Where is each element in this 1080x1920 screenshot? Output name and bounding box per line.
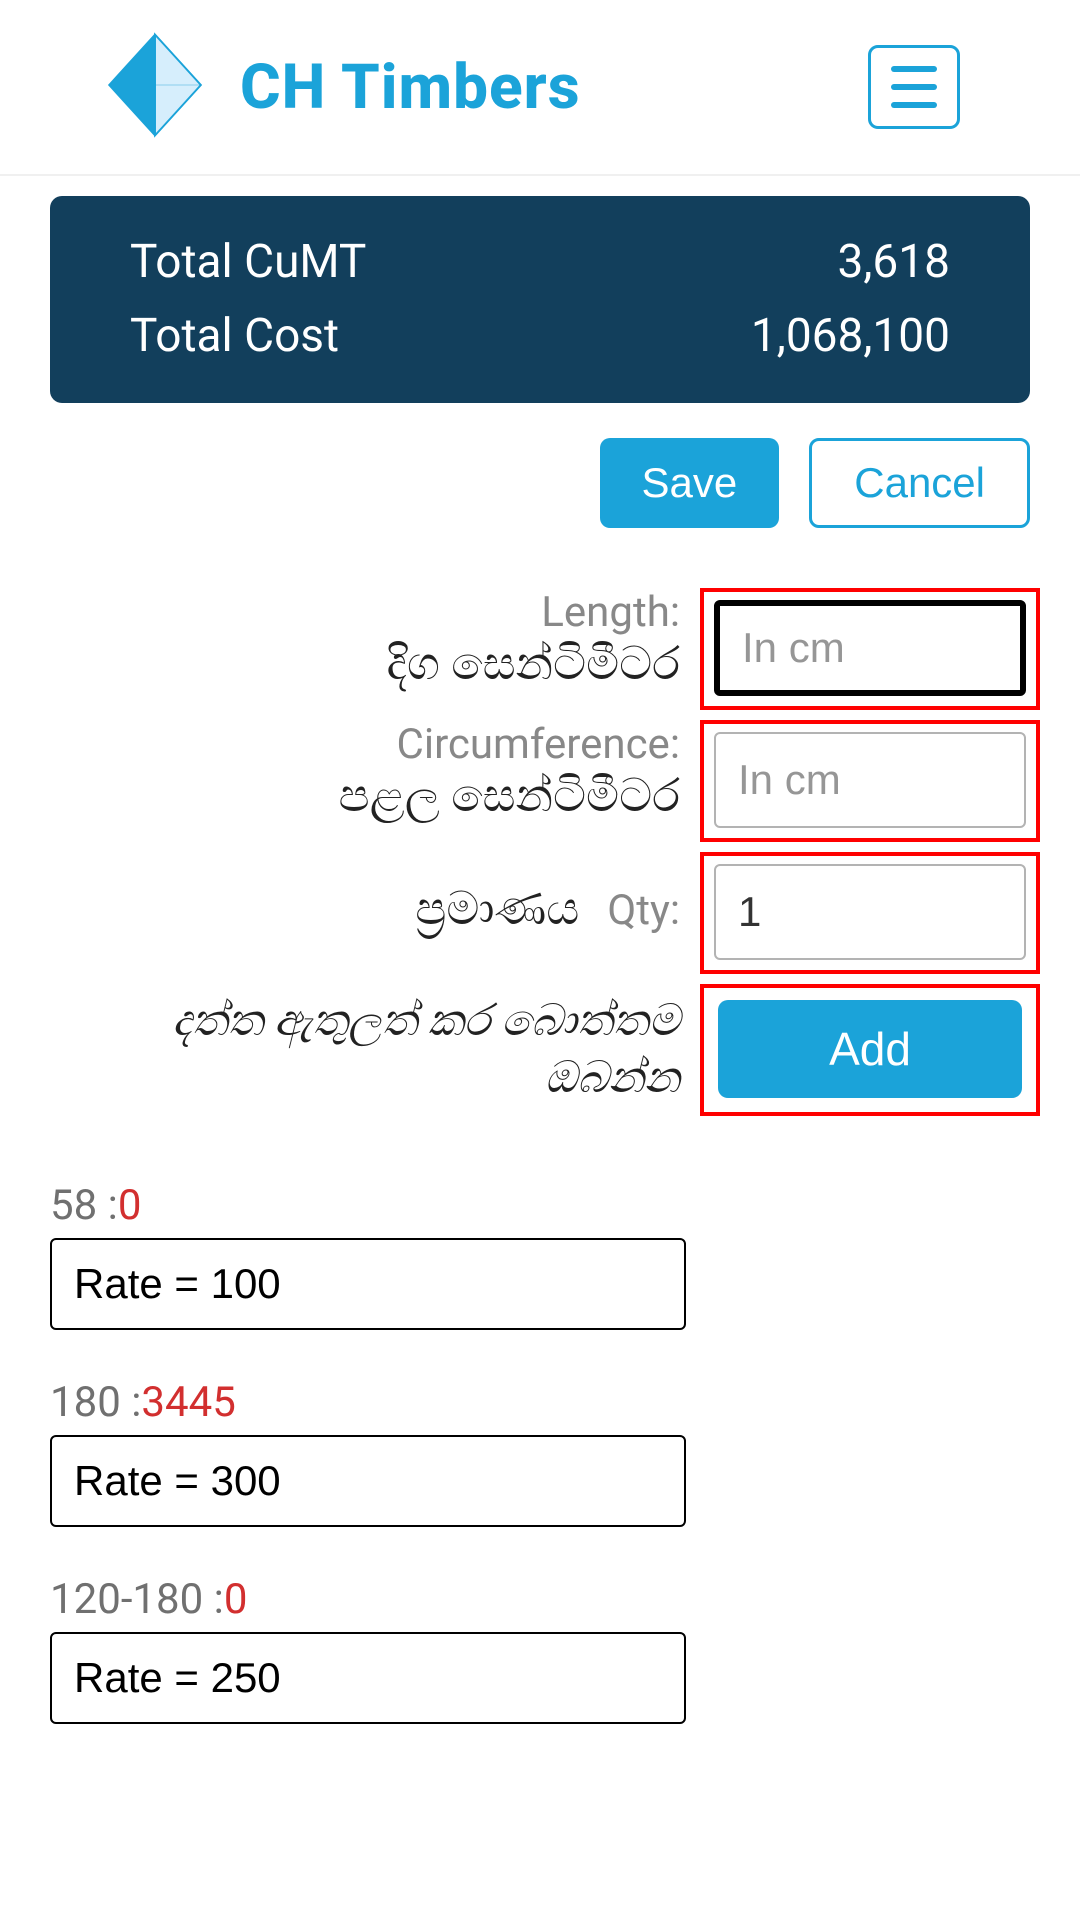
length-label-en: Length: (40, 588, 680, 637)
rate-count: 0 (118, 1181, 142, 1230)
rate-head: 58 :0 (50, 1181, 1030, 1230)
summary-row-cost: Total Cost 1,068,100 (130, 300, 950, 374)
app-header: CH Timbers (0, 0, 1080, 176)
add-highlight: Add (700, 984, 1040, 1116)
add-row: දත්ත ඇතුලත් කර බොත්තම ඔබන්න Add (40, 984, 1040, 1116)
rate-head: 120-180 :0 (50, 1575, 1030, 1624)
rate-block: 180 :3445 (50, 1378, 1030, 1527)
rate-range: 180 : (50, 1378, 141, 1427)
rate-count: 0 (224, 1575, 248, 1624)
qty-input[interactable] (714, 864, 1026, 960)
total-cumt-value: 3,618 (838, 226, 950, 300)
summary-row-cumt: Total CuMT 3,618 (130, 226, 950, 300)
circumference-row: Circumference: පළල සෙන්ටිමීටර (40, 720, 1040, 842)
rate-count: 3445 (141, 1378, 235, 1427)
circumference-label-sn: පළල සෙන්ටිමීටර (40, 769, 680, 824)
action-bar: Save Cancel (0, 403, 1080, 528)
total-cumt-label: Total CuMT (130, 226, 366, 300)
circumference-label-en: Circumference: (40, 720, 680, 769)
add-button[interactable]: Add (718, 1000, 1022, 1098)
brand-name: CH Timbers (240, 51, 581, 124)
circumference-highlight (700, 720, 1040, 842)
rate-input[interactable] (50, 1238, 686, 1330)
rate-range: 58 : (50, 1181, 118, 1230)
brand: CH Timbers (100, 30, 581, 144)
length-highlight (700, 588, 1040, 710)
length-input[interactable] (714, 600, 1026, 696)
rate-block: 58 :0 (50, 1181, 1030, 1330)
rate-range: 120-180 : (50, 1575, 224, 1624)
total-cost-value: 1,068,100 (751, 300, 950, 374)
logo-diamond-icon (100, 30, 210, 144)
length-label-sn: දිග සෙන්ටිමීටර (40, 637, 680, 692)
hamburger-icon (891, 66, 937, 108)
length-row: Length: දිග සෙන්ටිමීටර (40, 588, 1040, 710)
circumference-input[interactable] (714, 732, 1026, 828)
summary-card: Total CuMT 3,618 Total Cost 1,068,100 (50, 196, 1030, 403)
add-label-sn: දත්ත ඇතුලත් කර බොත්තම ඔබන්න (40, 992, 680, 1106)
qty-highlight (700, 852, 1040, 974)
qty-label-en: Qty: (607, 886, 680, 935)
save-button[interactable]: Save (600, 438, 780, 528)
rate-input[interactable] (50, 1435, 686, 1527)
qty-row: ප්‍රමාණය Qty: (40, 852, 1040, 974)
menu-button[interactable] (868, 45, 960, 129)
rates-area: 58 :0 180 :3445 120-180 :0 (0, 1126, 1080, 1724)
rate-input[interactable] (50, 1632, 686, 1724)
rate-head: 180 :3445 (50, 1378, 1030, 1427)
total-cost-label: Total Cost (130, 300, 339, 374)
qty-label-sn: ප්‍රමාණය (415, 882, 579, 937)
cancel-button[interactable]: Cancel (809, 438, 1030, 528)
entry-form: Length: දිග සෙන්ටිමීටර Circumference: පළ… (0, 528, 1080, 1116)
rate-block: 120-180 :0 (50, 1575, 1030, 1724)
